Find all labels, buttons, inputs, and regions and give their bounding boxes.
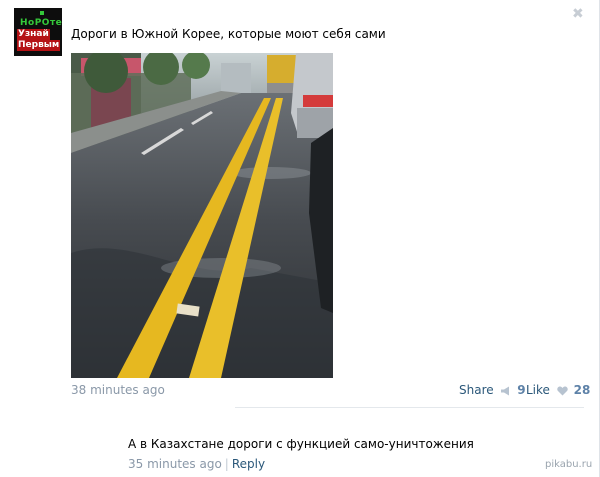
avatar-top-text: НоРОте bbox=[20, 18, 62, 28]
road-photo-illustration bbox=[71, 53, 333, 378]
like-count: 28 bbox=[573, 383, 591, 397]
comment-text: А в Казахстане дороги с функцией само-ун… bbox=[128, 437, 474, 451]
comment-timestamp[interactable]: 35 minutes ago bbox=[128, 457, 222, 471]
share-count: 9 bbox=[517, 383, 526, 397]
heart-icon bbox=[557, 386, 568, 395]
like-label: Like bbox=[526, 383, 550, 397]
separator: | bbox=[224, 457, 229, 471]
comment-meta: 35 minutes ago | Reply bbox=[128, 457, 265, 471]
close-icon[interactable]: ✖ bbox=[572, 6, 584, 22]
avatar-line1: Узнай bbox=[17, 29, 50, 40]
watermark: pikabu.ru bbox=[545, 459, 593, 470]
logo-dot bbox=[40, 11, 44, 15]
avatar[interactable]: НоРОте Узнай Первым bbox=[14, 8, 62, 56]
like-button[interactable]: Like 28 bbox=[526, 383, 590, 397]
wall-post: ✖ НоРОте Узнай Первым Дороги в Южной Кор… bbox=[0, 0, 600, 477]
divider bbox=[235, 407, 584, 408]
share-button[interactable]: Share 9 bbox=[459, 383, 526, 397]
reply-link[interactable]: Reply bbox=[232, 457, 265, 471]
megaphone-icon bbox=[501, 386, 510, 395]
post-timestamp[interactable]: 38 minutes ago bbox=[71, 383, 165, 397]
post-photo[interactable] bbox=[71, 53, 333, 378]
avatar-line2: Первым bbox=[17, 40, 61, 51]
post-title: Дороги в Южной Корее, которые моют себя … bbox=[71, 27, 386, 41]
share-label: Share bbox=[459, 383, 494, 397]
